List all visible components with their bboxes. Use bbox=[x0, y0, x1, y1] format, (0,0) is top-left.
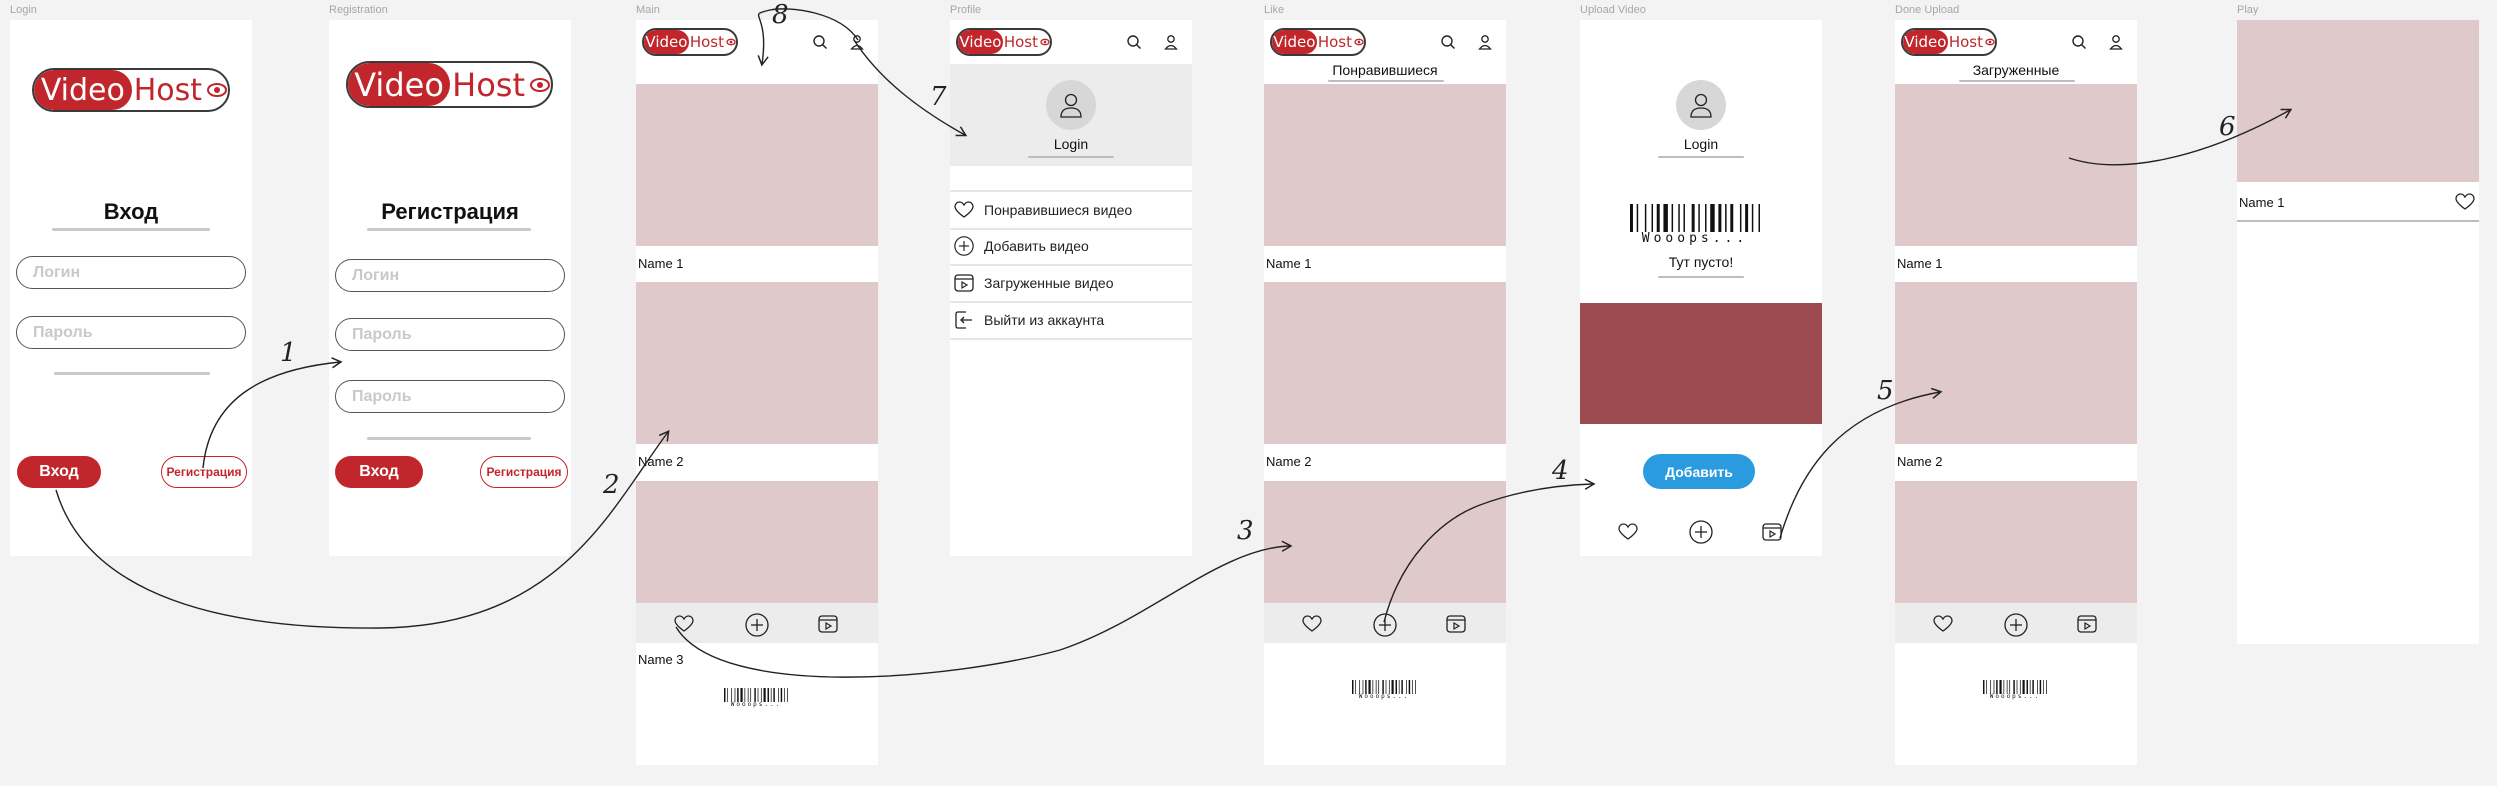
annotation-label: 4 bbox=[1552, 456, 1569, 486]
arrow-5 bbox=[1779, 387, 1943, 539]
annotation-label: 8 bbox=[772, 0, 789, 30]
annotation-label: 6 bbox=[2219, 112, 2236, 142]
arrow-3 bbox=[675, 540, 1293, 678]
arrow-2 bbox=[55, 429, 670, 629]
arrow-4 bbox=[1383, 478, 1596, 623]
flow-arrows bbox=[55, 8, 2293, 678]
annotation-label: 2 bbox=[603, 470, 620, 500]
annotation-label: 7 bbox=[930, 82, 947, 112]
arrow-1 bbox=[202, 357, 343, 469]
annotation-label: 3 bbox=[1237, 516, 1254, 546]
annotation-label: 5 bbox=[1877, 376, 1894, 406]
annotation-label: 1 bbox=[280, 338, 297, 368]
arrow-6 bbox=[2068, 108, 2293, 166]
arrow-7 bbox=[853, 39, 968, 137]
